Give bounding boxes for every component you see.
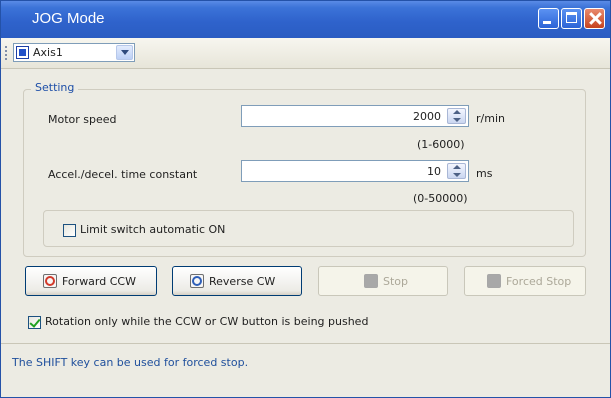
motor-speed-value: 2000 bbox=[413, 110, 441, 123]
forward-ccw-button[interactable]: Forward CCW bbox=[25, 266, 157, 296]
axis-select-value: Axis1 bbox=[33, 46, 63, 59]
motor-speed-label: Motor speed bbox=[48, 113, 117, 126]
close-icon[interactable] bbox=[584, 8, 605, 29]
limit-switch-label[interactable]: Limit switch automatic ON bbox=[80, 223, 225, 236]
accel-range: (0-50000) bbox=[413, 192, 468, 205]
setting-group-label: Setting bbox=[31, 81, 79, 94]
rotation-only-checkbox[interactable] bbox=[28, 316, 41, 329]
accel-label: Accel./decel. time constant bbox=[48, 168, 198, 181]
stop-button[interactable]: Stop bbox=[318, 266, 448, 296]
motor-speed-range: (1-6000) bbox=[417, 138, 465, 151]
forced-stop-icon bbox=[487, 274, 501, 288]
rotation-only-label[interactable]: Rotation only while the CCW or CW button… bbox=[45, 315, 368, 328]
accel-field[interactable]: 10 bbox=[241, 160, 469, 182]
forced-stop-button[interactable]: Forced Stop bbox=[464, 266, 586, 296]
accel-spinner-icon[interactable] bbox=[447, 163, 466, 179]
reverse-cw-icon bbox=[190, 274, 204, 288]
forward-ccw-icon bbox=[43, 274, 57, 288]
axis-select[interactable]: Axis1 bbox=[13, 43, 135, 62]
motor-speed-spinner-icon[interactable] bbox=[447, 108, 466, 124]
forced-stop-label: Forced Stop bbox=[506, 275, 572, 288]
maximize-icon[interactable] bbox=[561, 8, 582, 29]
limit-switch-checkbox[interactable] bbox=[63, 224, 76, 237]
status-message: The SHIFT key can be used for forced sto… bbox=[12, 356, 249, 369]
forward-ccw-label: Forward CCW bbox=[62, 275, 136, 288]
reverse-cw-label: Reverse CW bbox=[209, 275, 276, 288]
accel-unit: ms bbox=[476, 167, 493, 180]
stop-label: Stop bbox=[383, 275, 409, 288]
minimize-icon[interactable] bbox=[538, 8, 559, 29]
stop-icon bbox=[364, 274, 378, 288]
reverse-cw-button[interactable]: Reverse CW bbox=[172, 266, 302, 296]
accel-value: 10 bbox=[427, 165, 441, 178]
title-bar[interactable]: JOG Mode bbox=[1, 1, 610, 38]
chevron-down-icon[interactable] bbox=[116, 45, 133, 60]
status-divider bbox=[1, 343, 610, 344]
axis-icon bbox=[16, 46, 29, 59]
jog-mode-window: JOG Mode Axis1 Setting Motor speed 2000 … bbox=[0, 0, 611, 398]
motor-speed-unit: r/min bbox=[476, 112, 505, 125]
motor-speed-field[interactable]: 2000 bbox=[241, 105, 469, 127]
window-title: JOG Mode bbox=[32, 10, 105, 27]
toolbar: Axis1 bbox=[1, 38, 610, 69]
toolbar-grip-icon[interactable] bbox=[5, 46, 9, 60]
